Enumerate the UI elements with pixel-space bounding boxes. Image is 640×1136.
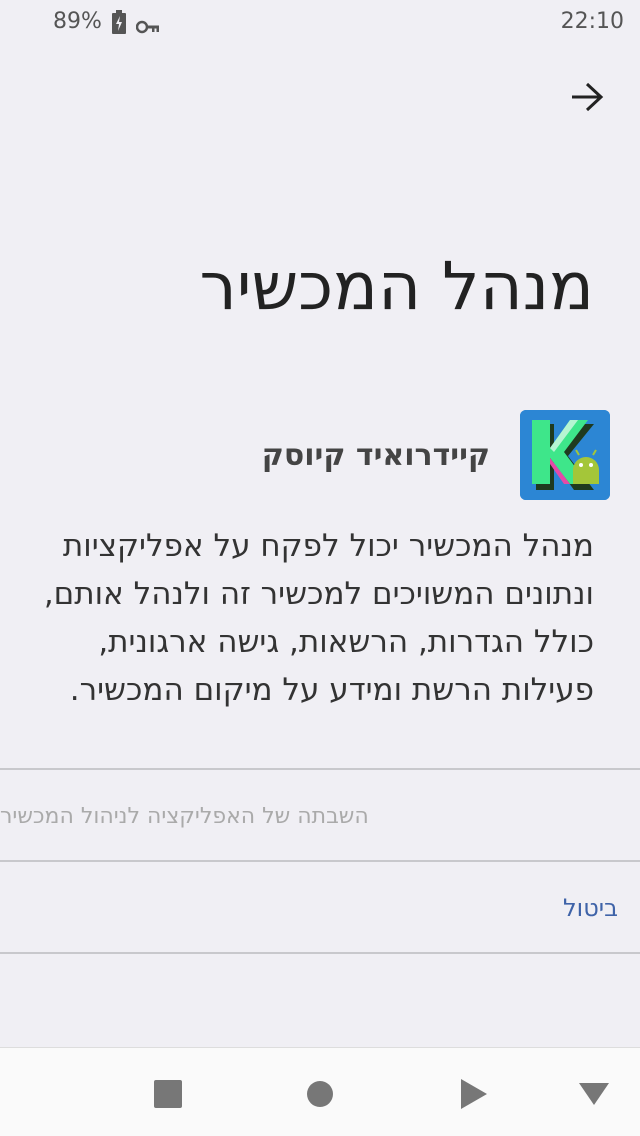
- arrow-right-icon: [572, 82, 604, 112]
- status-time: 22:10: [560, 9, 624, 34]
- admin-description: מנהל המכשיר יכול לפקח על אפליקציות ונתונ…: [43, 528, 594, 708]
- cancel-button[interactable]: ביטול: [0, 864, 640, 952]
- recents-button[interactable]: [146, 1072, 190, 1116]
- back-button[interactable]: [566, 76, 608, 118]
- page-title: מנהל המכשיר: [199, 248, 595, 325]
- disable-admin-button[interactable]: השבתה של האפליקציה לניהול המכשיר: [0, 772, 640, 860]
- navigation-bar: [0, 1047, 640, 1136]
- disable-admin-label: השבתה של האפליקציה לניהול המכשיר: [0, 803, 369, 829]
- app-name: קיידרואיד קיוסק: [261, 437, 490, 473]
- back-nav-button[interactable]: [452, 1072, 496, 1116]
- cancel-label: ביטול: [563, 894, 618, 922]
- app-row: קיידרואיד קיוסק: [262, 410, 610, 500]
- home-button[interactable]: [298, 1072, 342, 1116]
- key-icon: [135, 15, 160, 33]
- divider: [0, 860, 640, 862]
- kiosk-app-icon: [520, 410, 610, 500]
- battery-charging-icon: [111, 9, 126, 34]
- device-admin-screen: 89% 22:10 מנהל המכשיר קיידרואיד קיוסק מנ…: [0, 0, 640, 1136]
- status-left: 89%: [53, 9, 160, 34]
- hide-keyboard-button[interactable]: [572, 1072, 616, 1116]
- home-icon: [307, 1081, 333, 1107]
- divider: [0, 768, 640, 770]
- divider: [0, 952, 640, 954]
- battery-percent: 89%: [53, 9, 102, 34]
- status-bar: 89% 22:10: [0, 0, 640, 46]
- back-icon: [461, 1079, 487, 1109]
- hide-keyboard-icon: [579, 1083, 609, 1105]
- recents-icon: [154, 1080, 182, 1108]
